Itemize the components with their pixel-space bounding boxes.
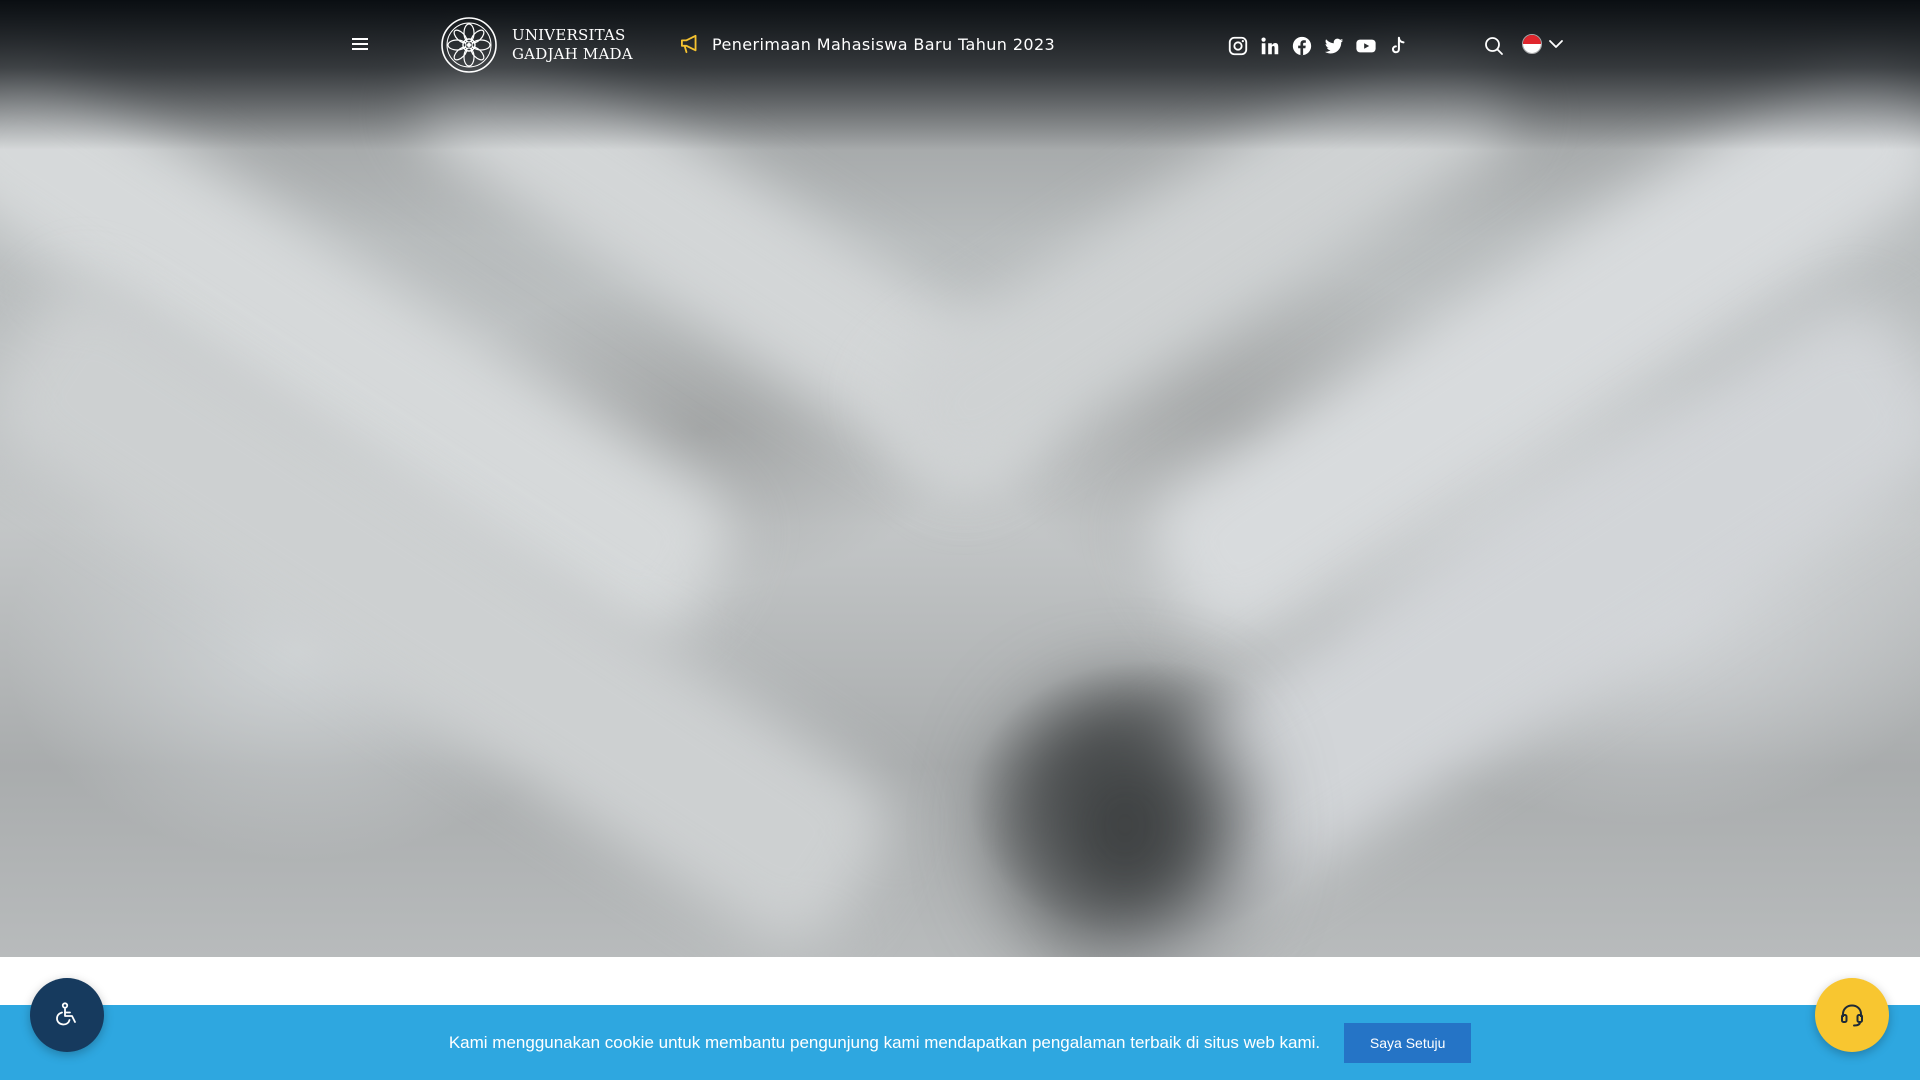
instagram-icon [1228,36,1248,56]
cookie-consent-bar: Kami menggunakan cookie untuk membantu p… [0,1005,1920,1080]
logo-line-2: GADJAH MADA [512,45,633,63]
cookie-message: Kami menggunakan cookie untuk membantu p… [448,1032,1321,1052]
admission-announcement-link[interactable]: Penerimaan Mahasiswa Baru Tahun 2023 [680,34,1055,54]
twitter-icon [1324,38,1344,54]
accessibility-button[interactable] [30,978,104,1052]
chevron-down-icon [1549,40,1563,48]
hero-blur-shape [1010,700,1240,950]
wheelchair-icon [56,1002,76,1026]
tiktok-link[interactable] [1386,34,1410,58]
ugm-seal-icon [441,17,497,73]
language-selector[interactable] [1522,34,1564,54]
indonesia-flag-icon [1522,34,1542,54]
logo-line-1: UNIVERSITAS [512,26,626,44]
support-chat-button[interactable] [1815,978,1889,1052]
tiktok-icon [1391,36,1405,54]
hamburger-menu-icon[interactable] [348,32,372,56]
linkedin-icon [1261,37,1279,55]
megaphone-icon [681,34,697,54]
social-links [1226,34,1418,58]
twitter-link[interactable] [1322,34,1346,58]
hero-banner [0,0,1920,957]
site-logo[interactable]: UNIVERSITAS GADJAH MADA [440,16,633,74]
cookie-agree-button[interactable]: Saya Setuju [1344,1022,1472,1063]
announcement-text: Penerimaan Mahasiswa Baru Tahun 2023 [712,34,1056,54]
instagram-link[interactable] [1226,34,1250,58]
linkedin-link[interactable] [1258,34,1282,58]
search-button[interactable] [1482,34,1506,58]
search-icon [1485,37,1503,55]
site-header: UNIVERSITAS GADJAH MADA Penerimaan Mahas… [0,0,1920,92]
headset-icon [1841,1004,1863,1027]
youtube-icon [1356,39,1376,53]
youtube-link[interactable] [1354,34,1378,58]
logo-wordmark: UNIVERSITAS GADJAH MADA [512,26,633,64]
facebook-link[interactable] [1290,34,1314,58]
facebook-icon [1292,36,1312,56]
